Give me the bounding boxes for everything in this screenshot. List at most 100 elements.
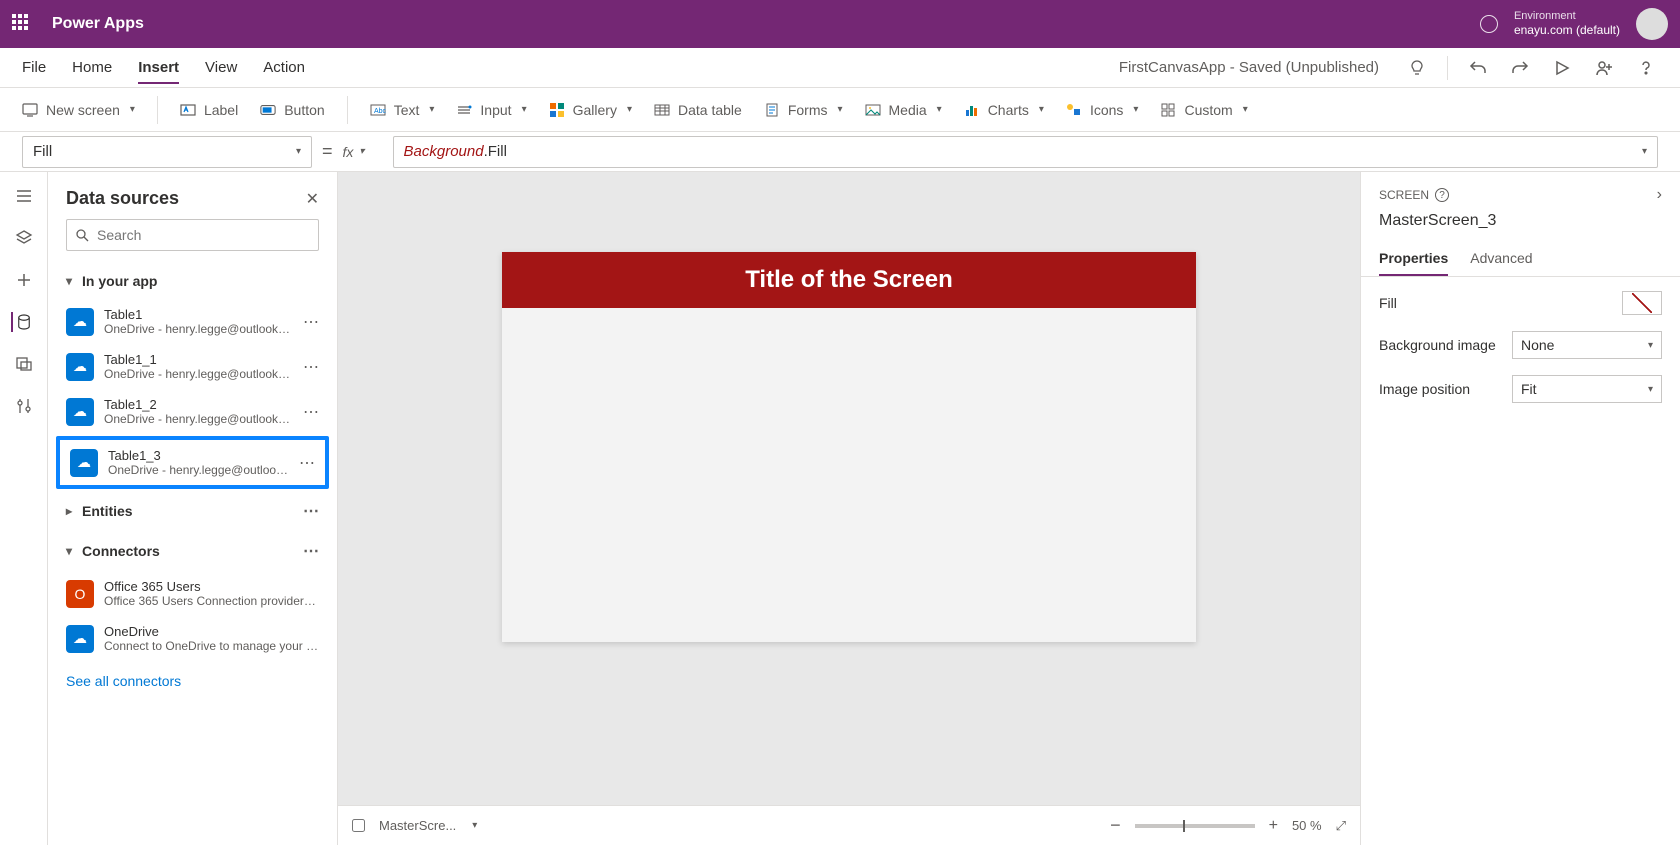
more-button[interactable]: ⋯ [303, 541, 319, 561]
datatable-button[interactable]: Data table [654, 102, 742, 118]
data-source-item[interactable]: ☁ Table1OneDrive - henry.legge@outlook.c… [48, 299, 337, 344]
label-icon [180, 102, 196, 118]
advanced-rail-icon[interactable] [14, 396, 34, 416]
formula-input[interactable]: Background.Fill ▾ [393, 136, 1658, 168]
bgimage-select[interactable]: None▾ [1512, 331, 1662, 359]
zoom-level: 50 % [1292, 818, 1322, 833]
app-checker-icon[interactable] [1405, 56, 1429, 80]
connector-item[interactable]: O Office 365 UsersOffice 365 Users Conne… [48, 571, 337, 616]
property-selector[interactable]: Fill▾ [22, 136, 312, 168]
onedrive-icon: ☁ [66, 625, 94, 653]
environment-picker[interactable]: Environment enayu.com (default) [1514, 10, 1620, 38]
prop-imgpos-label: Image position [1379, 381, 1470, 397]
data-source-item[interactable]: ☁ Table1_1OneDrive - henry.legge@outlook… [48, 344, 337, 389]
breadcrumb-checkbox[interactable] [352, 819, 365, 832]
chevron-down-icon: ▾ [66, 274, 72, 288]
avatar[interactable] [1636, 8, 1668, 40]
chevron-right-icon[interactable]: › [1657, 186, 1662, 204]
search-input[interactable] [97, 227, 310, 243]
more-button[interactable]: ⋯ [299, 453, 315, 473]
text-menu[interactable]: AbcText▾ [370, 102, 435, 118]
help-icon[interactable]: ? [1435, 188, 1449, 202]
section-connectors[interactable]: ▾ Connectors ⋯ [48, 531, 337, 571]
more-button[interactable]: ⋯ [303, 501, 319, 521]
zoom-in-button[interactable]: + [1269, 817, 1278, 835]
chevron-down-icon: ▾ [66, 544, 72, 558]
tree-view-icon[interactable] [14, 186, 34, 206]
app-header: Power Apps Environment enayu.com (defaul… [0, 0, 1680, 48]
section-in-your-app[interactable]: ▾ In your app [48, 263, 337, 299]
screen-preview[interactable]: Title of the Screen [502, 252, 1196, 642]
table-icon [654, 102, 670, 118]
share-button[interactable] [1592, 56, 1616, 80]
search-icon [75, 228, 89, 242]
chevron-right-icon: ▸ [66, 504, 72, 518]
redo-button[interactable] [1508, 56, 1532, 80]
office365-icon: O [66, 580, 94, 608]
text-icon: Abc [370, 102, 386, 118]
more-button[interactable]: ⋯ [303, 402, 319, 422]
left-rail [0, 172, 48, 845]
icons-menu[interactable]: Icons▾ [1066, 102, 1139, 118]
media-rail-icon[interactable] [14, 354, 34, 374]
equals-sign: = [322, 141, 333, 162]
breadcrumb[interactable]: MasterScre... [379, 818, 456, 833]
play-button[interactable] [1550, 56, 1574, 80]
menu-home[interactable]: Home [72, 51, 112, 84]
menu-file[interactable]: File [22, 51, 46, 84]
screen-title-bar[interactable]: Title of the Screen [502, 252, 1196, 308]
menu-action[interactable]: Action [263, 51, 305, 84]
see-all-connectors-link[interactable]: See all connectors [48, 661, 337, 701]
tab-advanced[interactable]: Advanced [1470, 242, 1532, 276]
waffle-icon[interactable] [12, 14, 32, 34]
onedrive-icon: ☁ [66, 398, 94, 426]
forms-menu[interactable]: Forms▾ [764, 102, 843, 118]
insert-rail-icon[interactable] [14, 270, 34, 290]
fit-button[interactable]: ⤢ [1336, 818, 1346, 834]
data-source-item-selected[interactable]: ☁ Table1_3OneDrive - henry.legge@outlook… [56, 436, 329, 489]
button-button[interactable]: Button [260, 102, 324, 118]
prop-bgimage-label: Background image [1379, 337, 1496, 353]
data-sources-icon[interactable] [11, 312, 31, 332]
charts-menu[interactable]: Charts▾ [964, 102, 1044, 118]
chevron-down-icon[interactable]: ▾ [472, 820, 477, 831]
imgpos-select[interactable]: Fit▾ [1512, 375, 1662, 403]
label-button[interactable]: Label [180, 102, 238, 118]
layers-icon[interactable] [14, 228, 34, 248]
zoom-out-button[interactable]: − [1110, 815, 1121, 836]
properties-panel: SCREEN ? › MasterScreen_3 Properties Adv… [1360, 172, 1680, 845]
gallery-menu[interactable]: Gallery▾ [549, 102, 632, 118]
screen-name: MasterScreen_3 [1361, 212, 1680, 242]
more-button[interactable]: ⋯ [303, 357, 319, 377]
gallery-icon [549, 102, 565, 118]
canvas-status-bar: MasterScre... ▾ − + 50 % ⤢ [338, 805, 1360, 845]
connector-item[interactable]: ☁ OneDriveConnect to OneDrive to manage … [48, 616, 337, 661]
onedrive-icon: ☁ [66, 353, 94, 381]
input-menu[interactable]: Input▾ [456, 102, 526, 118]
help-button[interactable] [1634, 56, 1658, 80]
new-screen-button[interactable]: New screen▾ [22, 102, 135, 118]
grid-icon [1160, 102, 1176, 118]
undo-button[interactable] [1466, 56, 1490, 80]
fill-color-picker[interactable] [1622, 291, 1662, 315]
insert-ribbon: New screen▾ Label Button AbcText▾ Input▾… [0, 88, 1680, 132]
panel-title: Data sources [66, 188, 179, 209]
search-box[interactable] [66, 219, 319, 251]
onedrive-icon: ☁ [66, 308, 94, 336]
close-panel-button[interactable]: ✕ [306, 189, 319, 209]
media-icon [865, 102, 881, 118]
data-source-item[interactable]: ☁ Table1_2OneDrive - henry.legge@outlook… [48, 389, 337, 434]
zoom-slider[interactable] [1135, 824, 1255, 828]
input-icon [456, 102, 472, 118]
button-icon [260, 102, 276, 118]
onedrive-icon: ☁ [70, 449, 98, 477]
menu-view[interactable]: View [205, 51, 237, 84]
fx-icon[interactable]: fx▾ [343, 144, 383, 160]
menu-insert[interactable]: Insert [138, 51, 179, 84]
app-status: FirstCanvasApp - Saved (Unpublished) [1119, 59, 1379, 76]
custom-menu[interactable]: Custom▾ [1160, 102, 1247, 118]
media-menu[interactable]: Media▾ [865, 102, 942, 118]
more-button[interactable]: ⋯ [303, 312, 319, 332]
section-entities[interactable]: ▸ Entities ⋯ [48, 491, 337, 531]
tab-properties[interactable]: Properties [1379, 242, 1448, 276]
